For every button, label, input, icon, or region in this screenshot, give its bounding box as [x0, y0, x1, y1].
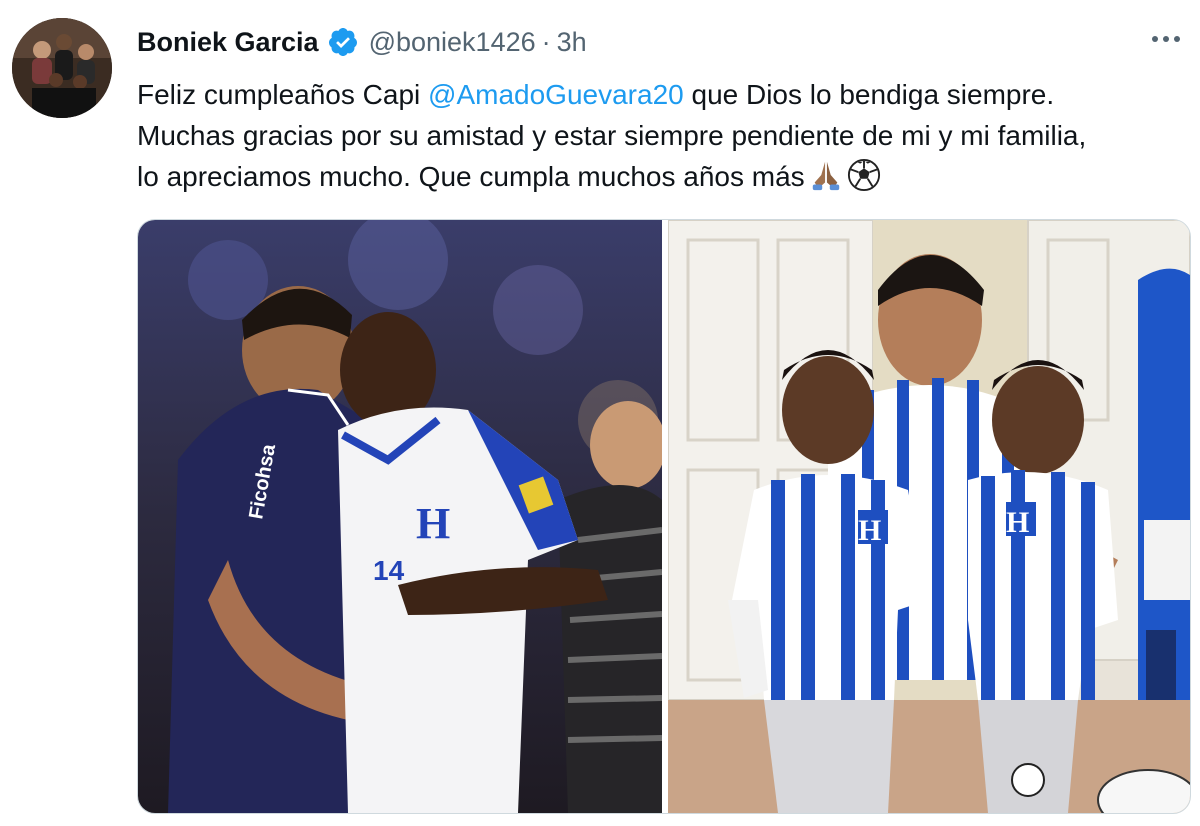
- tweet-text-segment: que Dios lo bendiga siempre.: [683, 79, 1055, 110]
- svg-text:14: 14: [373, 555, 405, 586]
- tweet-timestamp[interactable]: 3h: [557, 27, 587, 58]
- tweet-text-line-3: lo apreciamos mucho. Que cumpla muchos a…: [137, 156, 1187, 197]
- soccer-ball-icon: [847, 158, 881, 192]
- photo-man-with-two-boys: H H: [668, 220, 1190, 813]
- tweet-header: Boniek Garcia @boniek1426 · 3h: [137, 22, 587, 62]
- tweet-text-segment: Feliz cumpleaños Capi: [137, 79, 429, 110]
- author-handle[interactable]: @boniek1426: [369, 27, 536, 58]
- more-options-icon[interactable]: [1144, 24, 1188, 54]
- verified-badge-icon: [327, 26, 359, 58]
- svg-text:H: H: [416, 499, 450, 548]
- tweet-text-line-1: Feliz cumpleaños Capi @AmadoGuevara20 qu…: [137, 74, 1187, 115]
- tweet-media-grid: Ficohsa H 14 H H: [137, 219, 1191, 814]
- svg-text:H: H: [858, 514, 881, 547]
- author-name[interactable]: Boniek Garcia: [137, 27, 319, 58]
- tweet-text-line-2: Muchas gracias por su amistad y estar si…: [137, 120, 1087, 151]
- mention-link[interactable]: @AmadoGuevara20: [428, 79, 684, 110]
- avatar-family-photo: [12, 18, 112, 118]
- tweet-body: Feliz cumpleaños Capi @AmadoGuevara20 qu…: [137, 74, 1187, 197]
- svg-text:H: H: [1006, 506, 1029, 539]
- tweet-photo-2[interactable]: H H: [668, 220, 1190, 813]
- photo-footballers-celebrating: Ficohsa H 14: [138, 220, 662, 813]
- tweet-photo-1[interactable]: Ficohsa H 14: [138, 220, 662, 813]
- folded-hands-icon: [809, 158, 843, 192]
- tweet-text-segment: lo apreciamos mucho. Que cumpla muchos a…: [137, 161, 805, 192]
- author-avatar[interactable]: [12, 18, 112, 118]
- header-separator: ·: [541, 26, 551, 57]
